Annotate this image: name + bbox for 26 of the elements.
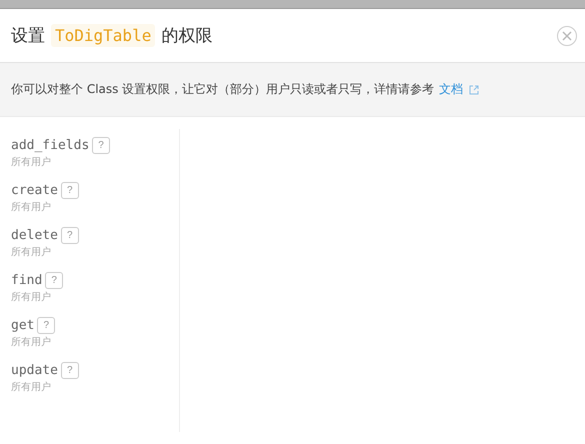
permission-name: find [11, 273, 42, 288]
help-button[interactable]: ? [37, 317, 56, 334]
permission-name: add_fields [11, 138, 90, 153]
permission-name: create [11, 183, 58, 198]
help-button[interactable]: ? [45, 272, 63, 289]
external-link-icon [469, 84, 480, 94]
close-icon [561, 30, 573, 42]
permission-scope: 所有用户 [11, 336, 52, 349]
class-name: ToDigTable [51, 24, 156, 47]
permission-name: delete [11, 228, 58, 243]
dialog-title: 设置 [11, 25, 45, 47]
dialog-title-suffix: 的权限 [161, 25, 212, 47]
docs-link[interactable]: 文档 [439, 82, 464, 96]
permission-scope: 所有用户 [11, 246, 52, 259]
permission-scope: 所有用户 [11, 290, 52, 304]
close-button[interactable] [557, 26, 577, 46]
permission-scope: 所有用户 [11, 156, 52, 169]
help-button[interactable]: ? [60, 227, 79, 244]
permission-scope: 所有用户 [11, 200, 52, 214]
help-button[interactable]: ? [92, 137, 110, 154]
permission-scope: 所有用户 [11, 380, 52, 394]
help-button[interactable]: ? [60, 182, 79, 199]
help-button[interactable]: ? [60, 362, 79, 379]
permission-name: get [11, 318, 34, 333]
notice-text: 你可以对整个 Class 设置权限，让它对（部分）用户只读或者只写，详情请参考 文档 [11, 81, 464, 98]
permission-name: update [11, 363, 58, 378]
